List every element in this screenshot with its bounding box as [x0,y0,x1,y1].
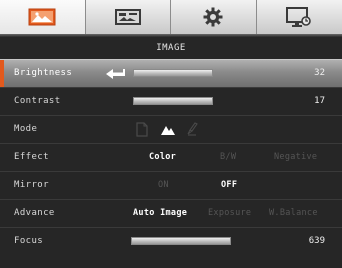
focus-value: 639 [308,236,325,246]
advance-option-auto-image[interactable]: Auto Image [133,200,187,227]
image-settings-panel: IMAGE Brightness 32 Contrast 17 Mode Eff… [0,37,342,268]
tab-output[interactable] [256,0,342,34]
panel-title: IMAGE [156,43,186,53]
contrast-label: Contrast [14,96,61,106]
menu-tab-bar [0,0,342,34]
mode-label: Mode [14,124,38,134]
effect-option-color[interactable]: Color [149,144,176,171]
gear-icon [203,7,223,27]
advance-row[interactable]: Advance Auto Image Exposure W.Balance [0,199,342,227]
focus-row[interactable]: Focus 639 [0,227,342,268]
advance-label: Advance [14,208,55,218]
brightness-value: 32 [314,68,325,78]
document-mode-icon[interactable] [136,122,148,141]
brightness-slider[interactable] [133,69,213,77]
effect-row[interactable]: Effect Color B/W Negative [0,143,342,171]
mirror-option-off[interactable]: OFF [221,172,237,199]
mirror-option-on[interactable]: ON [158,172,169,199]
mirror-row[interactable]: Mirror ON OFF [0,171,342,199]
display-settings-icon [114,7,142,27]
brightness-row[interactable]: Brightness 32 [0,59,342,87]
enter-arrow-icon [105,66,127,85]
mirror-label: Mirror [14,180,49,190]
marker-mode-icon[interactable] [186,122,198,141]
image-icon [28,7,56,27]
effect-option-negative[interactable]: Negative [274,144,317,171]
tab-display[interactable] [85,0,171,34]
focus-slider[interactable] [131,237,231,245]
tab-image[interactable] [0,0,86,34]
selection-indicator [0,60,4,87]
effect-label: Effect [14,152,49,162]
advance-option-white-balance[interactable]: W.Balance [269,200,318,227]
contrast-slider[interactable] [133,97,213,105]
tab-setup[interactable] [171,0,257,34]
brightness-label: Brightness [14,68,73,78]
advance-option-exposure[interactable]: Exposure [208,200,251,227]
photo-mode-icon[interactable] [160,122,176,141]
monitor-icon [286,6,312,28]
contrast-row[interactable]: Contrast 17 [0,87,342,115]
focus-label: Focus [14,236,44,246]
effect-option-bw[interactable]: B/W [220,144,236,171]
osd-menu: IMAGE Brightness 32 Contrast 17 Mode Eff… [0,0,342,268]
contrast-value: 17 [314,96,325,106]
mode-row[interactable]: Mode [0,115,342,143]
